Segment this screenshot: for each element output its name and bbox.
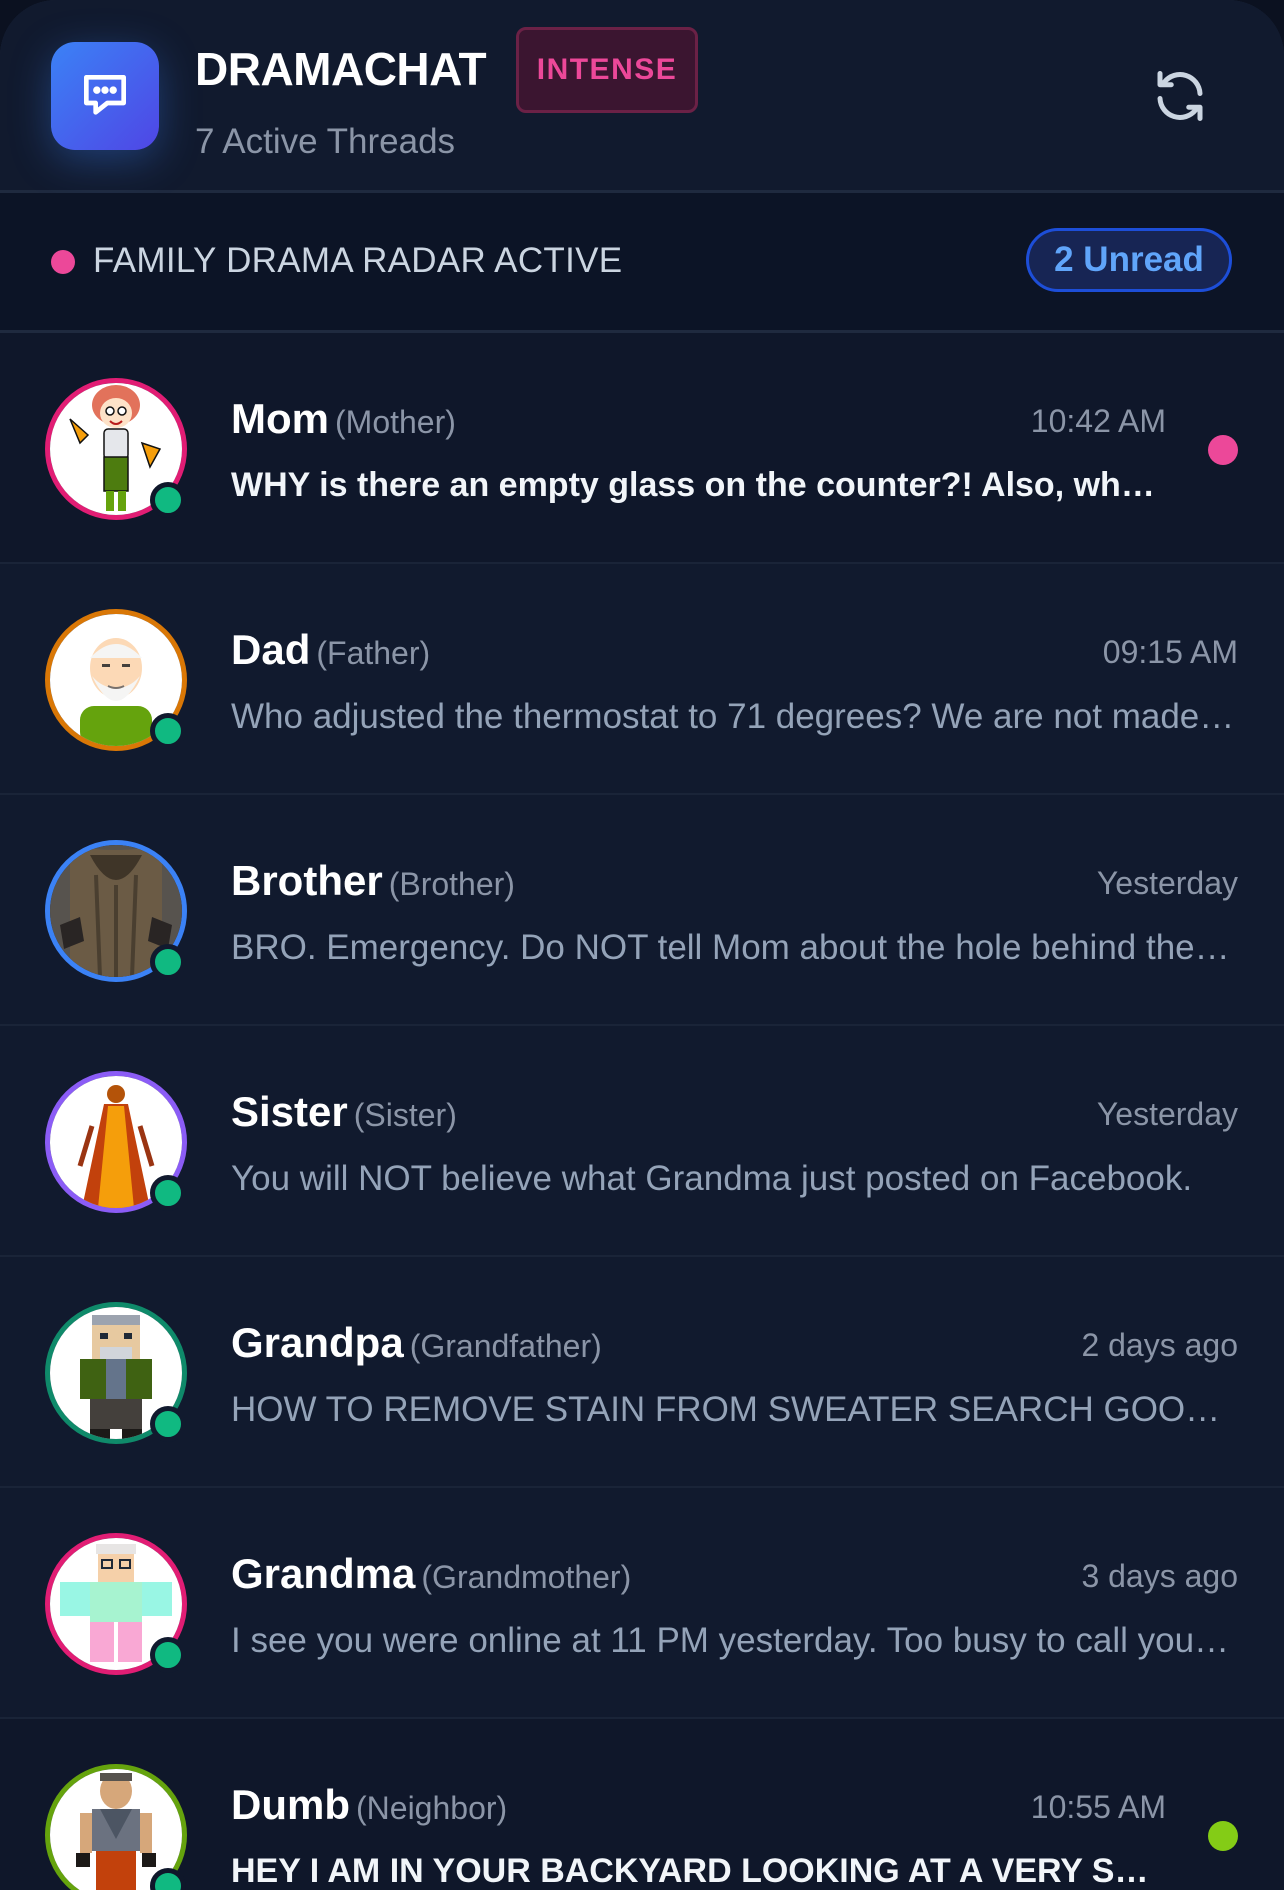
contact-relation: (Father)	[316, 635, 431, 671]
app-title: DRAMACHAT	[195, 43, 487, 95]
contact-relation: (Grandfather)	[409, 1328, 602, 1364]
chat-bubble-icon[interactable]	[51, 42, 159, 150]
radar-status-dot	[51, 250, 75, 274]
online-status-dot	[150, 713, 186, 749]
intensity-badge[interactable]: INTENSE	[516, 27, 698, 113]
thread-row-grandma[interactable]: Grandma (Grandmother) 3 days ago I see yo…	[0, 1488, 1284, 1719]
online-status-dot	[150, 1637, 186, 1673]
message-time: 09:15 AM	[1102, 634, 1238, 670]
message-preview: Who adjusted the thermostat to 71 degree…	[231, 697, 1237, 736]
contact-name: Brother (Brother)	[231, 857, 515, 905]
contact-name: Grandpa (Grandfather)	[231, 1319, 602, 1367]
contact-name-text: Brother	[231, 857, 383, 904]
thread-count: 7 Active Threads	[195, 122, 456, 161]
drama-radar-bar: FAMILY DRAMA RADAR ACTIVE 2 Unread	[0, 193, 1284, 333]
contact-name: Mom (Mother)	[231, 395, 456, 443]
thread-row-brother[interactable]: Brother (Brother) Yesterday BRO. Emergenc…	[0, 795, 1284, 1026]
thread-row-dad[interactable]: Dad (Father) 09:15 AM Who adjusted the th…	[0, 564, 1284, 795]
contact-name: Dumb (Neighbor)	[231, 1781, 507, 1829]
online-status-dot	[150, 1406, 186, 1442]
contact-relation: (Sister)	[353, 1097, 457, 1133]
contact-name-text: Mom	[231, 395, 329, 442]
unread-indicator-dot	[1208, 1821, 1238, 1851]
thread-row-sister[interactable]: Sister (Sister) Yesterday You will NOT be…	[0, 1026, 1284, 1257]
online-status-dot	[150, 944, 186, 980]
message-preview: I see you were online at 11 PM yesterday…	[231, 1621, 1237, 1660]
thread-row-mom[interactable]: Mom (Mother) 10:42 AM WHY is there an emp…	[0, 333, 1284, 564]
contact-name-text: Grandma	[231, 1550, 416, 1597]
online-status-dot	[150, 1175, 186, 1211]
contact-name-text: Dumb	[231, 1781, 350, 1828]
radar-status-text: FAMILY DRAMA RADAR ACTIVE	[93, 241, 623, 280]
unread-count-badge[interactable]: 2 Unread	[1026, 228, 1232, 292]
online-status-dot	[150, 1868, 186, 1890]
contact-name: Grandma (Grandmother)	[231, 1550, 631, 1598]
refresh-icon[interactable]	[1150, 66, 1210, 126]
contact-relation: (Grandmother)	[421, 1559, 632, 1595]
message-time: 3 days ago	[1081, 1558, 1238, 1594]
message-time: 10:55 AM	[1030, 1789, 1166, 1825]
contact-name-text: Dad	[231, 626, 311, 673]
contact-name-text: Grandpa	[231, 1319, 404, 1366]
message-preview: You will NOT believe what Grandma just p…	[231, 1159, 1193, 1198]
unread-indicator-dot	[1208, 435, 1238, 465]
thread-row-grandpa[interactable]: Grandpa (Grandfather) 2 days ago HOW TO R…	[0, 1257, 1284, 1488]
contact-relation: (Mother)	[335, 404, 456, 440]
contact-relation: (Brother)	[388, 866, 515, 902]
message-time: 10:42 AM	[1030, 403, 1166, 439]
contact-name-text: Sister	[231, 1088, 348, 1135]
message-preview: BRO. Emergency. Do NOT tell Mom about th…	[231, 928, 1237, 967]
contact-name: Sister (Sister)	[231, 1088, 457, 1136]
message-time: Yesterday	[1096, 865, 1238, 901]
app-header: DRAMACHAT INTENSE 7 Active Threads	[0, 0, 1284, 193]
phone-frame: DRAMACHAT INTENSE 7 Active Threads FAMIL…	[0, 0, 1284, 1890]
message-time: Yesterday	[1096, 1096, 1238, 1132]
message-time: 2 days ago	[1081, 1327, 1238, 1363]
message-preview: HEY I AM IN YOUR BACKYARD LOOKING AT A V…	[231, 1852, 1165, 1890]
contact-name: Dad (Father)	[231, 626, 430, 674]
message-preview: HOW TO REMOVE STAIN FROM SWEATER SEARCH …	[231, 1390, 1237, 1429]
online-status-dot	[150, 482, 186, 518]
message-preview: WHY is there an empty glass on the count…	[231, 466, 1165, 504]
thread-row-dumb[interactable]: Dumb (Neighbor) 10:55 AM HEY I AM IN YOUR…	[0, 1719, 1284, 1890]
contact-relation: (Neighbor)	[356, 1790, 508, 1826]
